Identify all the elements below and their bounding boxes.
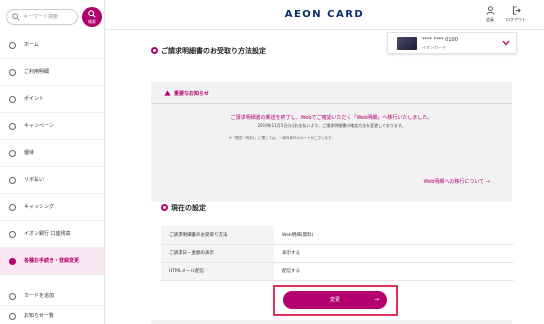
setting-key: ご請求日・金額の表示 — [161, 244, 274, 263]
sidebar-item-label: ご利用明細 — [24, 69, 50, 75]
notice-body-detail: 2019年11月5日(火)お支払いより、ご請求明細書の確認方法を変更しております… — [257, 123, 406, 128]
notice-footnote: ※「郵送（有料）」に関しては、一部対象外のカードがございます。 — [229, 136, 335, 140]
search-row: キーワード検索 検索 — [6, 7, 102, 27]
sidebar-item-notices[interactable]: お知らせ一覧 — [0, 306, 104, 324]
setting-value: 表示する — [274, 244, 514, 263]
important-notice: 重要なお知らせ ご請求明細書の郵送を終了し、Webでご確認いただく「Web明細」… — [151, 82, 512, 202]
current-settings-table: ご請求明細書のお受取り方法 Web明細(無料) ご請求日・金額の表示 表示する … — [161, 226, 514, 281]
sidebar-item-revolving[interactable]: リボ払い — [0, 167, 104, 194]
change-button[interactable]: 変更 → — [283, 291, 387, 309]
gift-icon — [9, 150, 16, 157]
credit-card-thumbnail — [397, 37, 417, 50]
account-label: 会員 — [486, 17, 494, 22]
notice-heading: 重要なお知らせ — [164, 90, 209, 97]
web-statement-migration-link[interactable]: Web明細への移行について → — [423, 178, 490, 185]
sidebar-item-add-card[interactable]: カードを追加 — [0, 286, 104, 306]
bell-icon — [9, 313, 16, 320]
home-icon — [9, 42, 16, 49]
card-icon — [9, 293, 16, 300]
sidebar-item-label: リボ払い — [24, 177, 45, 183]
sidebar-item-procedures[interactable]: 各種お手続き・登録変更 — [0, 248, 104, 275]
sidebar-item-cashing[interactable]: キャッシング — [0, 194, 104, 221]
bullet-ring-icon — [161, 204, 168, 211]
account-button[interactable]: 会員 — [479, 6, 501, 23]
revolving-icon — [9, 177, 16, 184]
setting-value: Web明細(無料) — [274, 226, 514, 245]
sidebar-item-label: お知らせ一覧 — [24, 313, 54, 319]
sidebar-item-label: カードを追加 — [24, 293, 55, 299]
notice-body-main: ご請求明細書の郵送を終了し、Webでご確認いただく「Web明細」へ移行いたしまし… — [230, 115, 433, 121]
table-row: ご請求明細書のお受取り方法 Web明細(無料) — [161, 226, 514, 245]
sidebar-item-campaign[interactable]: キャンペーン — [0, 113, 104, 140]
divider — [151, 103, 512, 104]
card-number: **** **** 0100 — [422, 37, 458, 43]
sidebar-nav: ホーム ご利用明細 ポイント キャンペーン 優待 リボ払い キャッシング イオン… — [0, 32, 104, 275]
logout-icon — [512, 6, 521, 15]
statement-icon — [9, 69, 16, 76]
card-selector[interactable]: **** **** 0100 イオンカード — [387, 32, 517, 54]
page-title: ご請求明細書のお受取り方法設定 — [151, 46, 266, 56]
change-button-label: 変更 — [329, 297, 340, 303]
setting-value: 配信する — [274, 262, 514, 281]
logout-button[interactable]: ログアウト — [501, 6, 531, 23]
table-row: ご請求日・金額の表示 表示する — [161, 244, 514, 263]
chevron-down-icon — [502, 40, 510, 46]
setting-key: ご請求明細書のお受取り方法 — [161, 226, 274, 245]
app-root: キーワード検索 検索 ホーム ご利用明細 ポイント キャンペーン 優待 リボ払い… — [0, 0, 544, 324]
sidebar-item-label: キャッシング — [24, 204, 55, 210]
sidebar-item-label: キャンペーン — [24, 123, 54, 129]
search-icon — [88, 10, 96, 18]
logout-label: ログアウト — [506, 17, 526, 22]
sidebar-bottom-nav: カードを追加 お知らせ一覧 — [0, 286, 104, 324]
arrow-right-icon: → — [373, 296, 379, 303]
warning-icon — [164, 90, 171, 96]
next-section-panel — [151, 320, 512, 324]
sidebar-item-home[interactable]: ホーム — [0, 32, 104, 59]
sidebar-item-statement[interactable]: ご利用明細 — [0, 59, 104, 86]
user-icon — [486, 6, 494, 15]
main-content: **** **** 0100 イオンカード ご請求明細書のお受取り方法設定 重要… — [105, 30, 544, 324]
setting-key: HTMLメール配信 — [161, 262, 274, 281]
bank-icon — [9, 231, 16, 238]
points-icon — [9, 96, 16, 103]
card-type: イオンカード — [422, 45, 446, 50]
sidebar-item-bank-balance[interactable]: イオン銀行 口座残高 — [0, 221, 104, 248]
bullet-ring-icon — [151, 47, 158, 54]
sidebar-item-benefits[interactable]: 優待 — [0, 140, 104, 167]
search-placeholder: キーワード検索 — [23, 14, 59, 20]
sidebar-item-label: ホーム — [24, 42, 39, 48]
search-icon — [12, 13, 20, 21]
sidebar-item-label: イオン銀行 口座残高 — [24, 231, 71, 237]
sidebar-item-label: 各種お手続き・登録変更 — [24, 258, 80, 264]
search-button[interactable]: 検索 — [82, 7, 102, 27]
sidebar-item-label: 優待 — [24, 150, 35, 156]
search-button-label: 検索 — [88, 19, 96, 24]
campaign-icon — [9, 123, 16, 130]
sidebar-item-points[interactable]: ポイント — [0, 86, 104, 113]
cashing-icon — [9, 204, 16, 211]
sidebar-item-label: ポイント — [24, 96, 45, 102]
table-row: HTMLメール配信 配信する — [161, 262, 514, 281]
header: AEON CARD 会員 ログアウト — [105, 0, 544, 30]
search-input[interactable]: キーワード検索 — [6, 9, 78, 25]
sidebar: キーワード検索 検索 ホーム ご利用明細 ポイント キャンペーン 優待 リボ払い… — [0, 0, 105, 324]
current-settings-title: 現在の設定 — [161, 203, 206, 213]
settings-icon — [9, 258, 16, 265]
